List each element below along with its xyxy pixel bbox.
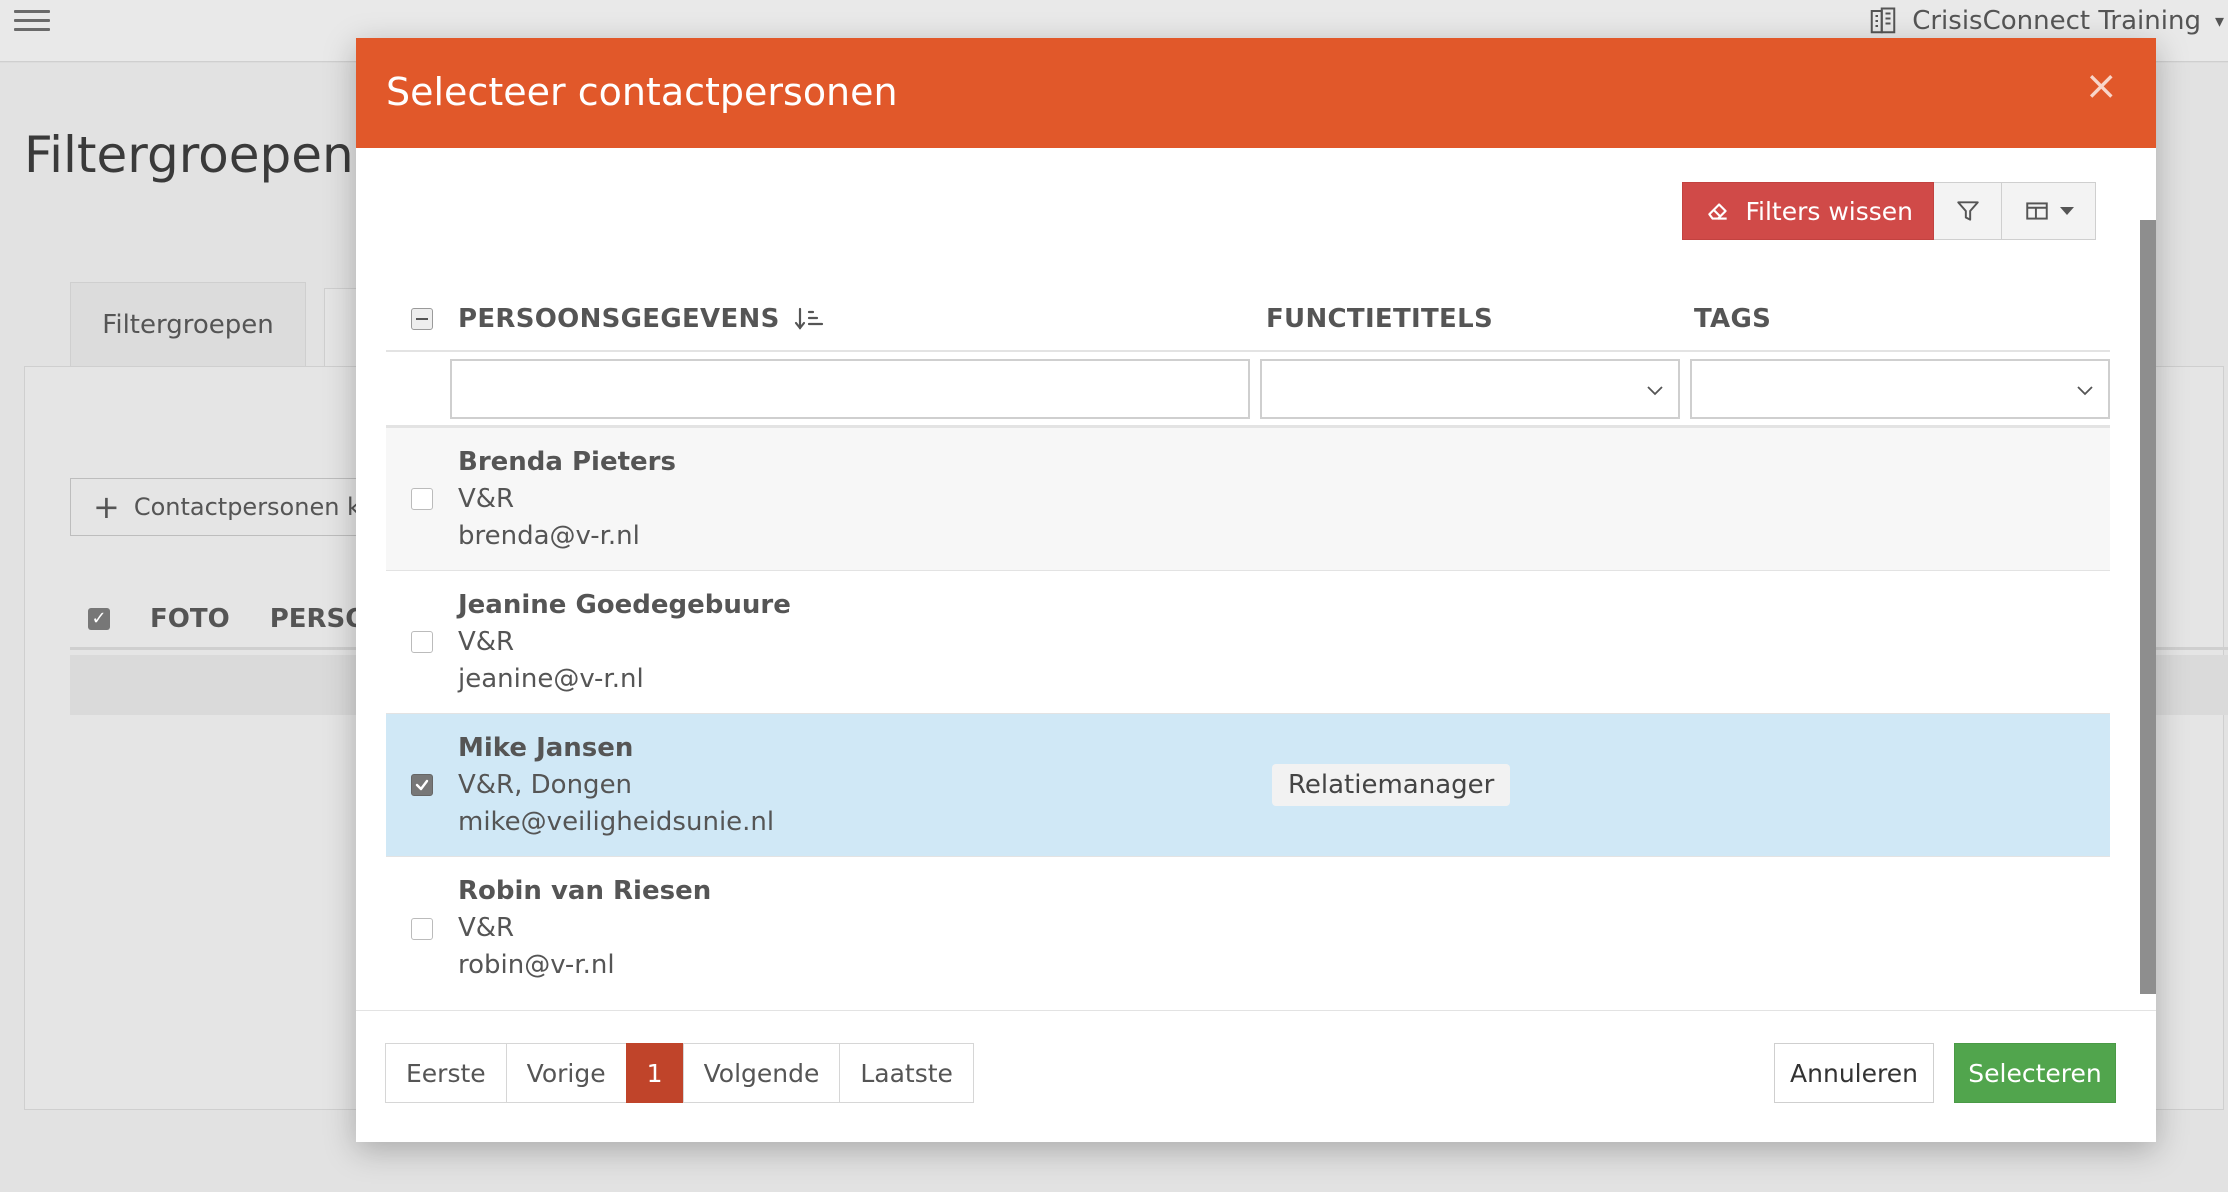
clear-filters-label: Filters wissen <box>1745 196 1913 226</box>
cancel-button[interactable]: Annuleren <box>1774 1043 1934 1103</box>
table-row[interactable]: Jeanine Goedegebuure V&R jeanine@v-r.nl <box>386 571 2110 714</box>
modal-body: Filters wissen PERSOONSGEGEVENS FUNCTIET… <box>386 148 2156 994</box>
person-cell: Mike Jansen V&R, Dongen mike@veiligheids… <box>458 730 1264 841</box>
pagination: Eerste Vorige 1 Volgende Laatste <box>385 1043 974 1103</box>
table-row[interactable]: Brenda Pieters V&R brenda@v-r.nl <box>386 428 2110 571</box>
columns-toggle-button[interactable] <box>2002 182 2096 240</box>
person-filter-input[interactable] <box>450 358 1250 419</box>
column-foto: FOTO <box>150 603 230 634</box>
select-contacts-modal: Selecteer contactpersonen × Filters wiss… <box>356 38 2156 1142</box>
contacts-table: PERSOONSGEGEVENS FUNCTIETITELS TAGS Bren… <box>386 288 2110 1000</box>
person-organisation: V&R <box>458 626 515 657</box>
person-organisation: V&R <box>458 913 515 943</box>
caret-down-icon <box>2059 207 2074 215</box>
add-contacts-button[interactable]: + Contactpersonen ko <box>70 478 370 536</box>
person-email: robin@v-r.nl <box>458 950 615 980</box>
select-all-checkbox[interactable] <box>411 308 433 330</box>
person-name: Brenda Pieters <box>458 446 676 477</box>
page-previous-button[interactable]: Vorige <box>505 1043 627 1103</box>
chevron-down-icon <box>1647 385 1663 395</box>
person-email: mike@veiligheidsunie.nl <box>458 806 775 837</box>
page-title: Filtergroepen b <box>24 126 402 184</box>
function-badge: Relatiemanager <box>1272 764 1511 806</box>
filter-toggle-button[interactable] <box>1934 182 2002 240</box>
columns-icon <box>2025 202 2048 220</box>
organisation-switcher[interactable]: CrisisConnect Training ▾ <box>1868 4 2228 38</box>
person-name: Mike Jansen <box>458 732 634 763</box>
column-header-tags[interactable]: TAGS <box>1694 304 2110 334</box>
scrollbar-thumb[interactable] <box>2140 220 2156 994</box>
plus-icon: + <box>93 488 120 526</box>
modal-footer: Eerste Vorige 1 Volgende Laatste Annuler… <box>356 1010 2156 1142</box>
column-header-function[interactable]: FUNCTIETITELS <box>1264 304 1694 334</box>
building-icon <box>1870 7 1896 34</box>
person-email: brenda@v-r.nl <box>458 520 640 551</box>
person-name: Jeanine Goedegebuure <box>458 589 791 620</box>
row-checkbox-checked[interactable] <box>411 774 433 796</box>
column-person-label: PERSOONSGEGEVENS <box>458 304 780 334</box>
table-row-selected[interactable]: Mike Jansen V&R, Dongen mike@veiligheids… <box>386 714 2110 857</box>
tab-filtergroepen[interactable]: Filtergroepen <box>70 282 306 366</box>
person-cell: Robin van Riesen V&R robin@v-r.nl <box>458 873 1264 984</box>
add-contacts-label: Contactpersonen ko <box>133 493 370 521</box>
sort-ascending-icon[interactable] <box>794 306 826 332</box>
filter-row <box>386 352 2110 428</box>
row-checkbox[interactable] <box>411 917 433 940</box>
table-toolbar: Filters wissen <box>1682 182 2096 240</box>
checkmark-icon <box>415 779 429 791</box>
column-header-person[interactable]: PERSOONSGEGEVENS <box>458 304 1264 334</box>
function-cell: Relatiemanager <box>1264 764 1694 806</box>
page-current-button[interactable]: 1 <box>625 1043 684 1103</box>
tags-filter-select[interactable] <box>1690 358 2110 419</box>
modal-title: Selecteer contactpersonen <box>386 70 898 114</box>
row-checkbox[interactable] <box>411 631 433 653</box>
select-all-checkbox[interactable]: ✓ <box>88 607 110 630</box>
row-checkbox[interactable] <box>411 488 433 510</box>
person-organisation: V&R, Dongen <box>458 769 633 800</box>
person-organisation: V&R <box>458 483 515 514</box>
person-email: jeanine@v-r.nl <box>458 663 644 694</box>
page-last-button[interactable]: Laatste <box>839 1043 974 1103</box>
person-cell: Jeanine Goedegebuure V&R jeanine@v-r.nl <box>458 587 1264 698</box>
filter-icon <box>1956 201 1979 221</box>
organisation-name: CrisisConnect Training <box>1912 6 2201 36</box>
page-next-button[interactable]: Volgende <box>682 1043 841 1103</box>
eraser-icon <box>1708 203 1728 220</box>
modal-header: Selecteer contactpersonen × <box>356 38 2156 148</box>
function-filter-select[interactable] <box>1260 358 1680 419</box>
page-first-button[interactable]: Eerste <box>385 1043 507 1103</box>
table-header: PERSOONSGEGEVENS FUNCTIETITELS TAGS <box>386 288 2110 352</box>
chevron-down-icon: ▾ <box>2214 10 2224 32</box>
person-name: Robin van Riesen <box>458 876 712 906</box>
menu-icon[interactable] <box>14 4 50 34</box>
select-button[interactable]: Selecteren <box>1954 1043 2116 1103</box>
table-row[interactable]: Robin van Riesen V&R robin@v-r.nl <box>386 857 2110 1000</box>
chevron-down-icon <box>2077 385 2093 395</box>
clear-filters-button[interactable]: Filters wissen <box>1682 182 1934 240</box>
person-cell: Brenda Pieters V&R brenda@v-r.nl <box>458 444 1264 555</box>
close-icon[interactable]: × <box>2084 66 2118 106</box>
